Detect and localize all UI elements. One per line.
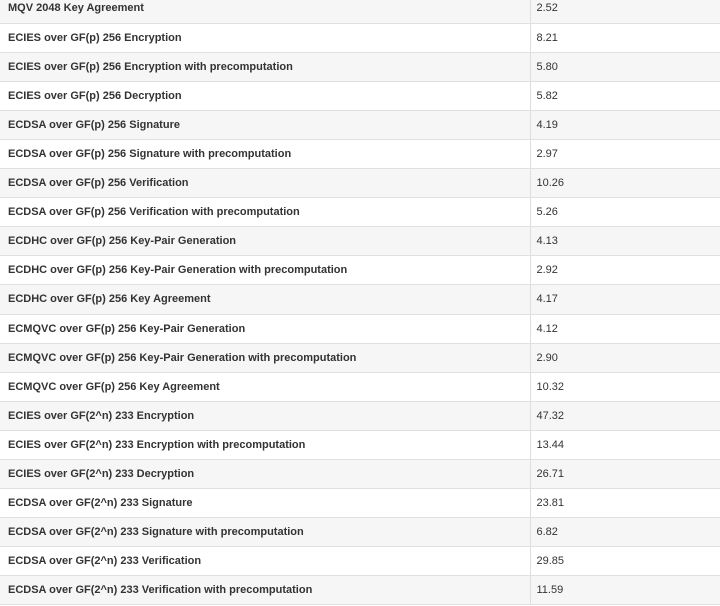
value-cell: 26.71 [530,458,720,489]
value-cell: 47.32 [530,400,720,431]
table-row: MQV 2048 Key Agreement 2.52 [0,0,720,24]
operation-cell: ECDSA over GF(p) 256 Signature with prec… [0,138,531,169]
table-row: ECIES over GF(p) 256 Decryption 5.82 [0,80,720,111]
operation-cell: ECDSA over GF(p) 256 Signature [0,109,531,140]
operation-cell: ECDSA over GF(2^n) 233 Verification with… [0,575,531,606]
operation-cell: MQV 2048 Key Agreement [0,0,531,24]
operation-cell: ECMQVC over GF(p) 256 Key Agreement [0,371,531,402]
value-cell: 11.59 [530,575,720,606]
operation-cell: ECIES over GF(2^n) 233 Decryption [0,458,531,489]
value-cell: 13.44 [530,429,720,460]
value-cell: 5.80 [530,51,720,82]
table-row: ECDSA over GF(2^n) 233 Signature 23.81 [0,488,720,518]
table-row: ECDSA over GF(p) 256 Verification with p… [0,197,720,227]
table-row: ECDSA over GF(2^n) 233 Verification with… [0,575,720,606]
table-row: ECMQVC over GF(p) 256 Key Agreement 10.3… [0,371,720,402]
value-cell: 5.82 [530,80,720,111]
operation-cell: ECDHC over GF(p) 256 Key-Pair Generation… [0,255,531,285]
value-cell: 29.85 [530,546,720,576]
table-row: ECIES over GF(2^n) 233 Decryption 26.71 [0,458,720,489]
operation-cell: ECIES over GF(p) 256 Decryption [0,80,531,111]
operation-cell: ECMQVC over GF(p) 256 Key-Pair Generatio… [0,342,531,373]
operation-cell: ECIES over GF(2^n) 233 Encryption with p… [0,429,531,460]
operation-cell: ECDSA over GF(2^n) 233 Signature with pr… [0,517,531,547]
value-cell: 10.26 [530,168,720,198]
operation-cell: ECDSA over GF(2^n) 233 Verification [0,546,531,576]
value-cell: 4.13 [530,226,720,256]
operation-cell: ECDHC over GF(p) 256 Key Agreement [0,284,531,315]
value-cell: 4.19 [530,109,720,140]
operation-cell: ECDHC over GF(p) 256 Key-Pair Generation [0,226,531,256]
table-row: ECDSA over GF(2^n) 233 Verification 29.8… [0,546,720,576]
table-row: ECIES over GF(p) 256 Encryption with pre… [0,51,720,82]
benchmark-table: MQV 2048 Key Agreement 2.52 ECIES over G… [0,0,720,606]
value-cell: 4.17 [530,284,720,315]
operation-cell: ECDSA over GF(p) 256 Verification [0,168,531,198]
operation-cell: ECDSA over GF(p) 256 Verification with p… [0,197,531,227]
value-cell: 23.81 [530,488,720,518]
table-row: ECIES over GF(2^n) 233 Encryption with p… [0,429,720,460]
table-row: ECIES over GF(p) 256 Encryption 8.21 [0,22,720,53]
value-cell: 2.92 [530,255,720,285]
table-row: ECDSA over GF(p) 256 Signature 4.19 [0,109,720,140]
table-row: ECDHC over GF(p) 256 Key Agreement 4.17 [0,284,720,315]
table-row: ECMQVC over GF(p) 256 Key-Pair Generatio… [0,342,720,373]
operation-cell: ECIES over GF(p) 256 Encryption [0,22,531,53]
operation-cell: ECIES over GF(2^n) 233 Encryption [0,400,531,431]
value-cell: 6.82 [530,517,720,547]
value-cell: 2.90 [530,342,720,373]
value-cell: 2.97 [530,138,720,169]
operation-cell: ECIES over GF(p) 256 Encryption with pre… [0,51,531,82]
table-row: ECDSA over GF(p) 256 Verification 10.26 [0,168,720,198]
value-cell: 4.12 [530,313,720,344]
operation-cell: ECDSA over GF(2^n) 233 Signature [0,488,531,518]
value-cell: 8.21 [530,22,720,53]
table-row: ECMQVC over GF(p) 256 Key-Pair Generatio… [0,313,720,344]
value-cell: 10.32 [530,371,720,402]
operation-cell: ECMQVC over GF(p) 256 Key-Pair Generatio… [0,313,531,344]
value-cell: 2.52 [530,0,720,24]
table-row: ECDHC over GF(p) 256 Key-Pair Generation… [0,226,720,256]
table-row: ECDHC over GF(p) 256 Key-Pair Generation… [0,255,720,285]
benchmark-table-body: MQV 2048 Key Agreement 2.52 ECIES over G… [0,0,720,606]
table-row: ECIES over GF(2^n) 233 Encryption 47.32 [0,400,720,431]
table-row: ECDSA over GF(2^n) 233 Signature with pr… [0,517,720,547]
value-cell: 5.26 [530,197,720,227]
table-row: ECDSA over GF(p) 256 Signature with prec… [0,138,720,169]
